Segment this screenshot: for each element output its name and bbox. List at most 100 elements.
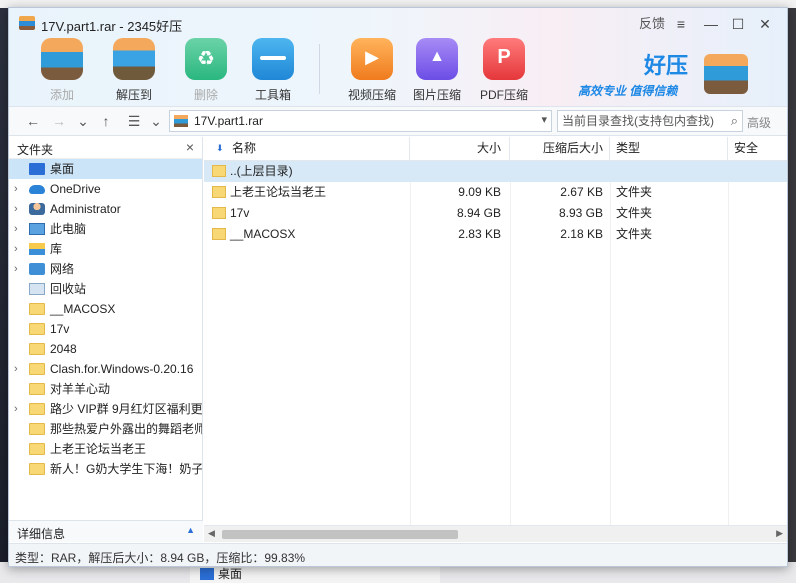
maximize-icon[interactable]: ☐ [726, 14, 750, 34]
view-mode-icon[interactable]: ☰ [124, 113, 144, 130]
file-name: 17v [230, 206, 250, 220]
path-field[interactable]: 17V.part1.rar ▾ [169, 110, 552, 132]
expand-icon[interactable]: › [14, 179, 18, 199]
column-security[interactable]: 安全 [728, 137, 787, 161]
tree-item-label: 17v [50, 322, 70, 336]
image-label: 图片压缩 [412, 88, 461, 102]
folder-icon [212, 228, 226, 240]
file-type: 文件夹 [616, 185, 653, 199]
tree-item-folder[interactable]: 对羊羊心动 [9, 379, 202, 399]
details-label: 详细信息 [17, 527, 66, 541]
file-name: 上老王论坛当老王 [230, 185, 327, 199]
tree-item-folder[interactable]: › 路少 VIP群 9月红灯区福利更新 [9, 399, 202, 419]
feedback-button[interactable]: 反馈 [635, 14, 669, 34]
column-type[interactable]: 类型 [610, 137, 728, 161]
column-label: 名称 [232, 141, 257, 155]
list-row[interactable]: __MACOSX 2.83 KB 2.18 KB 文件夹 [204, 224, 787, 245]
back-icon[interactable]: ← [23, 113, 43, 129]
tree-item-recycle-bin[interactable]: 回收站 [9, 279, 202, 299]
extract-archive-icon [113, 38, 155, 80]
tree-item-library[interactable]: › 库 [9, 239, 202, 259]
collapse-up-icon[interactable]: ▲ [186, 525, 195, 535]
menu-icon[interactable]: ≡ [669, 14, 693, 34]
video-compress-button[interactable]: 视频压缩 [337, 38, 407, 103]
list-row[interactable]: 上老王论坛当老王 9.09 KB 2.67 KB 文件夹 [204, 182, 787, 203]
tree-item-administrator[interactable]: › Administrator [9, 199, 202, 219]
packed-size: 2.67 KB [560, 185, 603, 199]
background-desktop [0, 8, 8, 583]
tree-item-folder[interactable]: 上老王论坛当老王 [9, 439, 202, 459]
file-size: 9.09 KB [458, 185, 501, 199]
extract-button[interactable]: 解压到 [99, 38, 169, 103]
tree-item-network[interactable]: › 网络 [9, 259, 202, 279]
app-icon [19, 16, 35, 30]
list-row-parent[interactable]: ..(上层目录) [204, 161, 787, 182]
tree-item-label: 库 [50, 242, 63, 256]
scrollbar-thumb[interactable] [222, 530, 458, 539]
tree-item-folder[interactable]: 2048 [9, 339, 202, 359]
add-button[interactable]: 添加 [27, 38, 97, 103]
tree-item-folder[interactable]: 那些热爱户外露出的舞蹈老师 [9, 419, 202, 439]
expand-icon[interactable]: › [14, 199, 18, 219]
tree-item-folder[interactable]: __MACOSX [9, 299, 202, 319]
expand-icon[interactable]: › [14, 239, 18, 259]
expand-icon[interactable]: › [14, 259, 18, 279]
forward-icon[interactable]: → [49, 113, 69, 129]
folder-icon [29, 343, 45, 355]
search-icon[interactable]: ⌕ [731, 113, 738, 129]
expand-icon[interactable]: › [14, 359, 18, 379]
tree-item-desktop[interactable]: 桌面 [9, 159, 202, 179]
pdf-compress-button[interactable]: PDF压缩 [469, 38, 539, 103]
packed-size: 8.93 GB [558, 206, 603, 220]
details-panel-toggle[interactable]: 详细信息 ▲ [9, 520, 203, 542]
add-label: 添加 [49, 88, 74, 102]
view-dropdown-icon[interactable]: ⌄ [146, 113, 166, 130]
list-row[interactable]: 17v 8.94 GB 8.93 GB 文件夹 [204, 203, 787, 224]
tree-item-label: 此电脑 [50, 222, 87, 236]
scroll-right-icon[interactable]: ▶ [776, 528, 783, 539]
tree-item-folder[interactable]: 17v [9, 319, 202, 339]
background-desktop-item: 桌面 [200, 565, 242, 582]
tree-item-label: 那些热爱户外露出的舞蹈老师 [50, 422, 202, 436]
cloud-icon [29, 185, 45, 194]
search-input[interactable] [558, 111, 718, 131]
delete-button[interactable]: 删除 [171, 38, 241, 103]
file-size: 8.94 GB [456, 206, 501, 220]
folder-tree-header: 文件夹 × [9, 137, 202, 159]
tree-item-this-pc[interactable]: › 此电脑 [9, 219, 202, 239]
path-text: 17V.part1.rar [194, 114, 263, 128]
minimize-icon[interactable]: — [699, 14, 723, 34]
brand-name: 好压 [644, 53, 689, 78]
close-tree-icon[interactable]: × [186, 139, 194, 155]
column-label: 类型 [616, 141, 641, 155]
image-compress-button[interactable]: 图片压缩 [402, 38, 472, 103]
delete-label: 删除 [193, 88, 218, 102]
tree-item-label: 路少 VIP群 9月红灯区福利更新 [50, 402, 202, 416]
tree-item-onedrive[interactable]: › OneDrive [9, 179, 202, 199]
tree-item-label: 新人！G奶大学生下海！奶子 [50, 462, 202, 476]
horizontal-scrollbar[interactable]: ◀ ▶ [204, 525, 787, 542]
dropdown-icon[interactable]: ⌄ [73, 113, 93, 130]
packed-size: 2.18 KB [560, 227, 603, 241]
path-dropdown-icon[interactable]: ▾ [541, 113, 547, 126]
file-name: __MACOSX [230, 227, 296, 241]
file-size: 2.83 KB [458, 227, 501, 241]
extract-label: 解压到 [115, 88, 152, 102]
column-size[interactable]: 大小 [410, 137, 510, 161]
advanced-search-button[interactable]: 高级 [747, 114, 771, 131]
tree-item-folder[interactable]: 新人！G奶大学生下海！奶子 [9, 459, 202, 479]
expand-icon[interactable]: › [14, 399, 18, 419]
close-icon[interactable]: ✕ [753, 14, 777, 34]
folder-icon [29, 403, 45, 415]
search-field[interactable]: ⌕ [557, 110, 743, 132]
column-packed-size[interactable]: 压缩后大小 [510, 137, 610, 161]
column-name[interactable]: ⬇ 名称 [204, 137, 410, 161]
toolbox-button[interactable]: 工具箱 [238, 38, 308, 103]
expand-icon[interactable]: › [14, 219, 18, 239]
tree-item-label: Administrator [50, 202, 121, 216]
up-icon[interactable]: ↑ [96, 113, 116, 129]
tree-item-label: __MACOSX [50, 302, 116, 316]
scroll-left-icon[interactable]: ◀ [208, 528, 215, 539]
tree-item-label: 网络 [50, 262, 75, 276]
tree-item-folder[interactable]: › Clash.for.Windows-0.20.16 [9, 359, 202, 379]
